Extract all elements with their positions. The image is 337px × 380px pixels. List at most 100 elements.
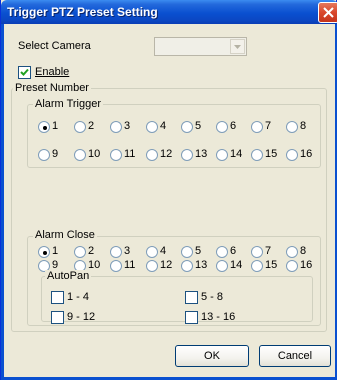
radio-circle (251, 121, 263, 133)
radio-circle (110, 149, 122, 161)
alarm-trigger-radio-label: 7 (265, 120, 272, 132)
alarm-trigger-radio-label: 13 (195, 148, 208, 160)
alarm-close-radio-label: 1 (52, 245, 59, 257)
alarm-close-radio-label: 15 (265, 259, 278, 271)
alarm-trigger-radio-label: 4 (160, 120, 167, 132)
alarm-close-radio-11[interactable] (110, 260, 123, 273)
radio-circle (74, 149, 86, 161)
radio-circle (286, 260, 298, 272)
radio-circle (286, 246, 298, 258)
alarm-close-radio-label: 7 (265, 245, 272, 257)
alarm-close-radio-4[interactable] (146, 246, 159, 259)
alarm-close-radio-16[interactable] (286, 260, 299, 273)
radio-circle (251, 246, 263, 258)
alarm-trigger-radio-6[interactable] (216, 121, 229, 134)
alarm-close-radio-15[interactable] (251, 260, 264, 273)
alarm-close-radio-1[interactable] (38, 246, 51, 259)
alarm-trigger-radio-3[interactable] (110, 121, 123, 134)
alarm-trigger-radio-label: 9 (52, 148, 59, 160)
alarm-trigger-radio-15[interactable] (251, 149, 264, 162)
radio-selected-dot (43, 251, 47, 255)
alarm-close-radio-14[interactable] (216, 260, 229, 273)
alarm-trigger-radio-13[interactable] (181, 149, 194, 162)
radio-circle (216, 246, 228, 258)
radio-circle (74, 121, 86, 133)
camera-select-dropdown-button[interactable] (230, 39, 245, 54)
chevron-down-icon (234, 45, 241, 49)
radio-circle (216, 260, 228, 272)
alarm-close-radio-12[interactable] (146, 260, 159, 273)
close-button[interactable] (318, 2, 337, 23)
title-bar[interactable]: Trigger PTZ Preset Setting (1, 0, 337, 24)
enable-label: Enable (35, 66, 70, 78)
alarm-close-radio-label: 13 (195, 259, 208, 271)
alarm-trigger-radio-label: 2 (88, 120, 95, 132)
camera-select[interactable] (154, 37, 247, 56)
alarm-close-label: Alarm Close (33, 229, 97, 241)
alarm-trigger-radio-7[interactable] (251, 121, 264, 134)
alarm-trigger-radio-1[interactable] (38, 121, 51, 134)
alarm-close-radio-2[interactable] (74, 246, 87, 259)
alarm-close-radio-label: 11 (124, 259, 136, 271)
alarm-trigger-label: Alarm Trigger (33, 98, 104, 110)
alarm-trigger-radio-label: 11 (124, 148, 136, 160)
autopan-13-16-label: 13 - 16 (201, 311, 236, 323)
alarm-close-radio-8[interactable] (286, 246, 299, 259)
alarm-trigger-radio-label: 14 (230, 148, 243, 160)
window-title: Trigger PTZ Preset Setting (7, 5, 158, 19)
autopan-9-12-checkbox[interactable] (51, 311, 64, 324)
alarm-trigger-radio-label: 5 (195, 120, 202, 132)
alarm-trigger-radio-16[interactable] (286, 149, 299, 162)
radio-circle (216, 121, 228, 133)
alarm-trigger-radio-5[interactable] (181, 121, 194, 134)
alarm-trigger-radio-label: 15 (265, 148, 278, 160)
alarm-trigger-radio-label: 16 (300, 148, 313, 160)
alarm-trigger-radio-4[interactable] (146, 121, 159, 134)
radio-circle (251, 260, 263, 272)
alarm-close-radio-3[interactable] (110, 246, 123, 259)
radio-circle (181, 149, 193, 161)
alarm-close-radio-label: 4 (160, 245, 167, 257)
radio-circle (181, 260, 193, 272)
alarm-close-radio-label: 3 (124, 245, 131, 257)
autopan-1-4-checkbox[interactable] (51, 291, 64, 304)
radio-circle (181, 121, 193, 133)
radio-circle (216, 149, 228, 161)
cancel-button[interactable]: Cancel (259, 345, 331, 367)
radio-circle (38, 246, 50, 258)
alarm-trigger-radio-label: 12 (160, 148, 173, 160)
alarm-trigger-radio-2[interactable] (74, 121, 87, 134)
preset-number-label: Preset Number (13, 82, 91, 94)
alarm-close-radio-label: 12 (160, 259, 173, 271)
alarm-close-radio-label: 14 (230, 259, 243, 271)
alarm-close-radio-6[interactable] (216, 246, 229, 259)
alarm-close-radio-label: 2 (88, 245, 95, 257)
alarm-trigger-radio-10[interactable] (74, 149, 87, 162)
alarm-trigger-radio-8[interactable] (286, 121, 299, 134)
radio-circle (38, 149, 50, 161)
radio-circle (74, 246, 86, 258)
autopan-13-16-checkbox[interactable] (185, 311, 198, 324)
alarm-trigger-radio-14[interactable] (216, 149, 229, 162)
alarm-close-radio-label: 16 (300, 259, 313, 271)
alarm-close-radio-7[interactable] (251, 246, 264, 259)
alarm-close-radio-13[interactable] (181, 260, 194, 273)
radio-circle (286, 149, 298, 161)
close-icon (323, 7, 334, 18)
autopan-label: AutoPan (45, 270, 92, 282)
autopan-1-4-label: 1 - 4 (67, 291, 90, 303)
trigger-ptz-preset-dialog: Trigger PTZ Preset Setting Select Camera… (0, 0, 337, 380)
autopan-5-8-checkbox[interactable] (185, 291, 198, 304)
checkmark-icon (20, 68, 29, 76)
radio-circle (251, 149, 263, 161)
alarm-trigger-radio-9[interactable] (38, 149, 51, 162)
autopan-5-8-label: 5 - 8 (201, 291, 224, 303)
alarm-close-radio-5[interactable] (181, 246, 194, 259)
ok-button[interactable]: OK (175, 345, 249, 367)
alarm-trigger-radio-label: 3 (124, 120, 131, 132)
alarm-trigger-radio-12[interactable] (146, 149, 159, 162)
radio-selected-dot (43, 126, 47, 130)
alarm-trigger-radio-11[interactable] (110, 149, 123, 162)
enable-checkbox[interactable] (18, 66, 31, 79)
alarm-close-radio-label: 6 (230, 245, 237, 257)
